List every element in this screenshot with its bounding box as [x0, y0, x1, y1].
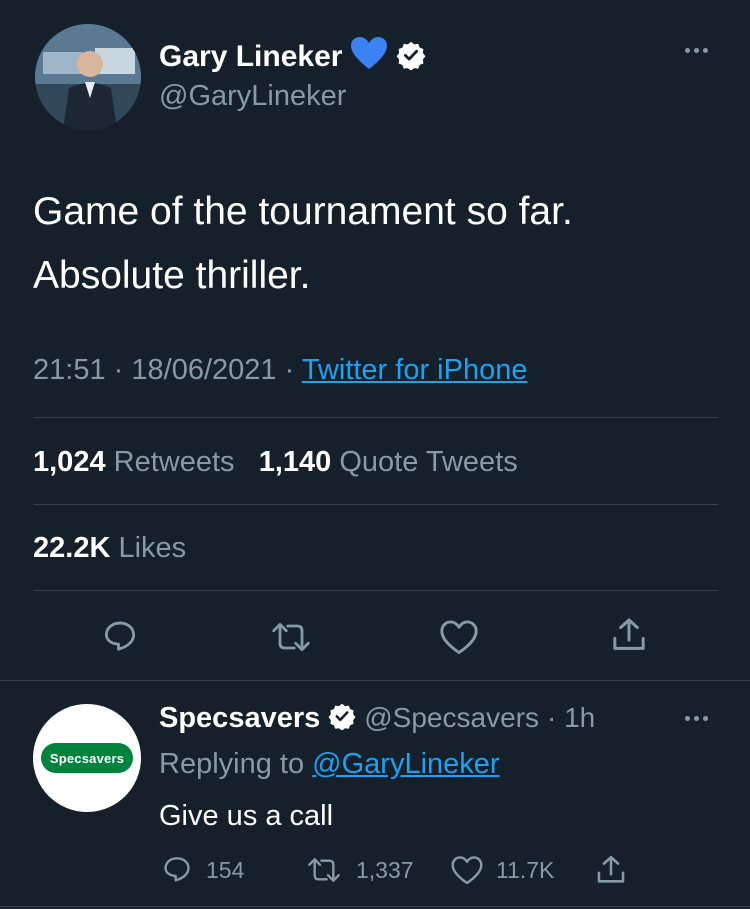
tweet-date[interactable]: 18/06/2021 [131, 354, 276, 386]
author-handle[interactable]: @GaryLineker [159, 78, 346, 114]
quote-tweets-stat[interactable]: 1,140 Quote Tweets [259, 446, 518, 478]
blue-heart-icon [350, 36, 388, 78]
like-icon [440, 620, 478, 655]
more-icon[interactable] [678, 708, 714, 728]
author-display-name[interactable]: Gary Lineker [159, 38, 342, 76]
tweet-text: Game of the tournament so far. Absolute … [33, 190, 573, 297]
reply-icon [104, 621, 136, 651]
reply-reply-button[interactable]: 154 [160, 852, 244, 888]
specsavers-logo: Specsavers [41, 743, 133, 773]
reply-text: Give us a call [159, 800, 334, 832]
retweets-label: Retweets [113, 446, 235, 478]
divider [33, 590, 718, 591]
reply-age[interactable]: · 1h [547, 700, 595, 736]
replying-to-handle[interactable]: @GaryLineker [312, 748, 499, 780]
reply-reply-count: 154 [206, 856, 245, 883]
tweet-meta: 21:51 · 18/06/2021 · Twitter for iPhone [33, 350, 527, 390]
likes-stat[interactable]: 22.2K Likes [33, 530, 186, 566]
likes-count: 22.2K [33, 532, 111, 564]
retweets-count: 1,024 [33, 446, 106, 478]
tweet-source-link[interactable]: Twitter for iPhone [302, 354, 528, 386]
author-name-row: Gary Lineker [159, 36, 426, 78]
like-button[interactable] [437, 618, 481, 656]
meta-separator: · [113, 354, 124, 386]
reply-retweet-count: 1,337 [356, 856, 414, 883]
reply-author-handle[interactable]: @Specsavers [364, 700, 539, 736]
reply-like-count: 11.7K [496, 856, 555, 883]
author-avatar[interactable] [35, 24, 141, 130]
reply-author-name[interactable]: Specsavers [159, 700, 320, 736]
divider [33, 417, 718, 418]
replying-to: Replying to @GaryLineker [159, 745, 500, 783]
quote-tweets-count: 1,140 [258, 446, 332, 478]
likes-label: Likes [118, 532, 187, 564]
more-icon[interactable] [678, 40, 714, 60]
retweets-stat[interactable]: 1,024 Retweets [33, 446, 235, 478]
divider [33, 504, 718, 505]
divider [0, 680, 750, 681]
quote-tweets-label: Quote Tweets [339, 446, 518, 478]
retweet-icon [308, 858, 340, 882]
retweet-icon [272, 623, 310, 651]
tweet-time[interactable]: 21:51 [33, 354, 106, 386]
like-icon [451, 856, 483, 885]
engagement-stats-row: 1,024 Retweets 1,140 Quote Tweets [33, 444, 518, 480]
reply-icon [164, 857, 190, 882]
reply-author-avatar[interactable]: Specsavers [33, 704, 141, 812]
share-icon [597, 855, 625, 883]
divider [0, 906, 750, 907]
reply-header: Specsavers @Specsavers · 1h [159, 700, 595, 736]
meta-separator: · [284, 354, 295, 386]
verified-badge-icon [396, 40, 426, 75]
reply-button[interactable] [98, 618, 142, 656]
replying-to-prefix: Replying to [159, 748, 305, 780]
reply-retweet-button[interactable]: 1,337 [304, 852, 414, 888]
verified-badge-icon [328, 702, 356, 735]
share-icon [613, 618, 645, 650]
share-button[interactable] [607, 614, 651, 656]
avatar-photo [35, 24, 141, 130]
retweet-button[interactable] [266, 618, 316, 656]
reply-share-button[interactable] [594, 852, 628, 888]
reply-like-button[interactable]: 11.7K [450, 852, 554, 888]
